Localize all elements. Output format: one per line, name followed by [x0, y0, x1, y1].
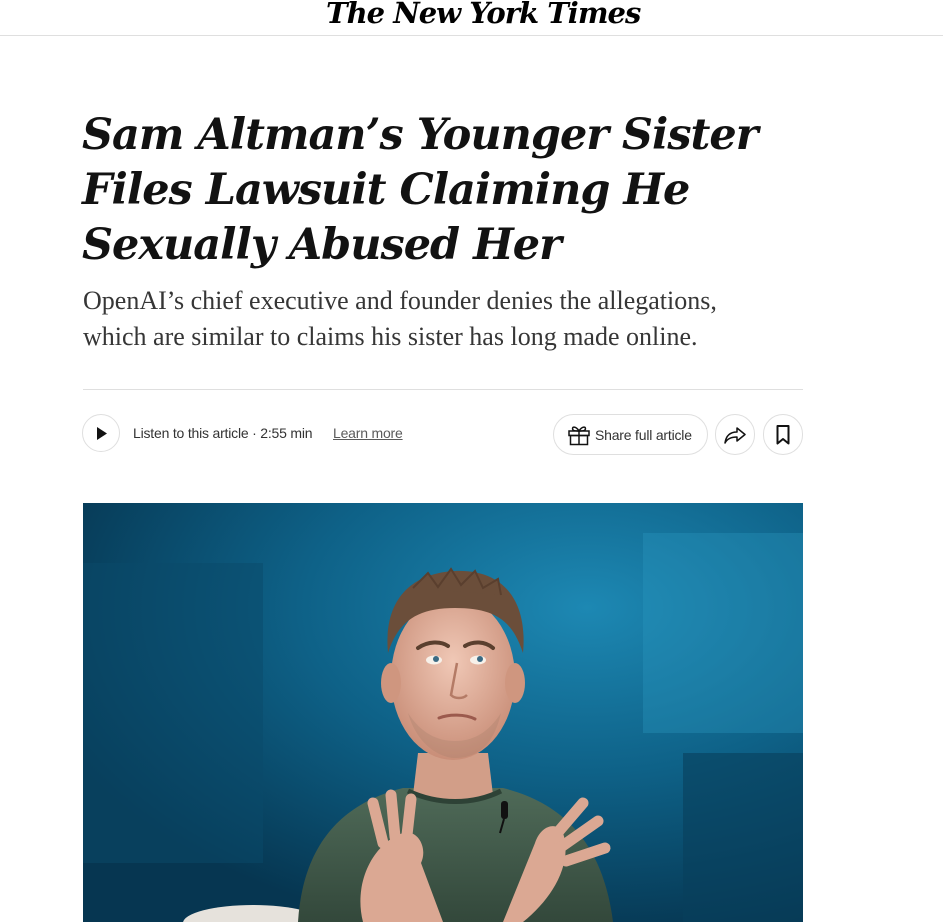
article-lead-photo[interactable] — [83, 503, 803, 922]
article-summary: OpenAI’s chief executive and founder den… — [83, 286, 717, 351]
play-audio-button[interactable] — [82, 414, 120, 452]
share-full-article-button[interactable]: Share full article — [553, 414, 708, 455]
masthead: The New York Times — [0, 0, 943, 36]
nyt-logo[interactable]: The New York Times — [326, 0, 641, 32]
save-button[interactable] — [763, 414, 803, 455]
listen-label: Listen to this article · 2:55 min — [133, 425, 313, 441]
learn-more-link[interactable]: Learn more — [333, 424, 403, 442]
divider — [83, 389, 803, 390]
article-headline: Sam Altman’s Younger Sister Files Lawsui… — [82, 110, 758, 270]
photo-illustration — [83, 503, 803, 922]
gift-icon — [568, 426, 590, 446]
play-icon — [97, 427, 107, 440]
bookmark-icon — [776, 424, 790, 444]
share-full-article-label: Share full article — [595, 427, 692, 443]
share-button[interactable] — [715, 414, 755, 455]
share-icon — [724, 426, 746, 444]
